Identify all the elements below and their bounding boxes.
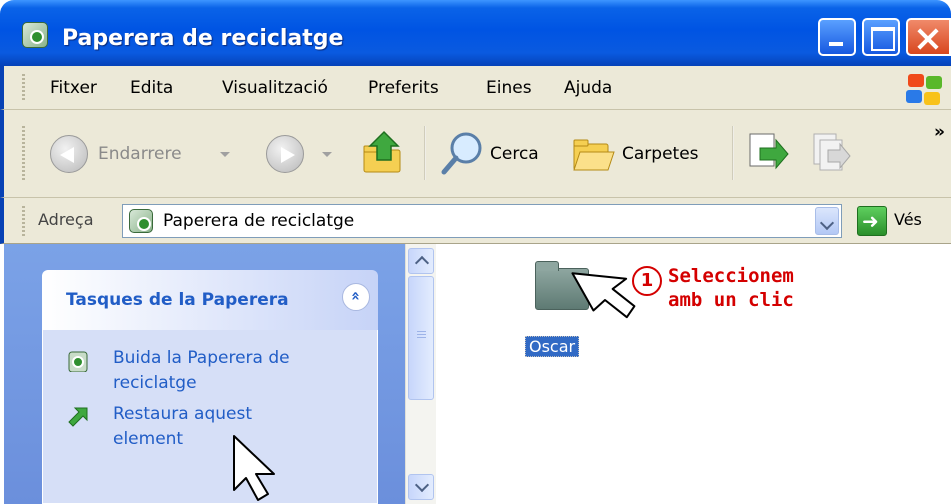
recycle-bin-tasks-panel: Tasques de la Paperera « Buida la Papere… <box>42 270 378 504</box>
address-bar: Adreça Paperera de reciclatge Vés <box>0 198 951 244</box>
forward-arrow-icon <box>266 135 304 173</box>
task-link-restore[interactable]: Restaura aquest element <box>65 402 365 456</box>
search-icon <box>441 132 482 175</box>
address-value: Paperera de reciclatge <box>163 211 355 231</box>
folders-button[interactable]: Carpetes <box>570 130 720 178</box>
recycle-bin-icon <box>129 209 153 233</box>
scroll-up-button[interactable] <box>408 248 434 274</box>
scroll-thumb[interactable] <box>408 276 434 400</box>
task-panel-body: Buida la Paperera de reciclatge Restaura… <box>42 330 378 504</box>
search-label: Cerca <box>490 144 539 164</box>
close-button[interactable] <box>906 18 951 56</box>
menu-ajuda[interactable]: Ajuda <box>564 78 612 98</box>
toolbar-grip[interactable] <box>22 126 25 182</box>
annotation-text: Seleccionem amb un clic <box>668 264 794 312</box>
empty-recycle-bin-icon <box>68 351 88 372</box>
toolbar-separator <box>424 126 426 180</box>
up-folder-icon <box>363 130 401 173</box>
file-list-area[interactable]: Oscar 1 Seleccionem amb un clic <box>437 244 951 504</box>
collapse-chevron-icon[interactable]: « <box>342 283 370 311</box>
maximize-button[interactable] <box>862 18 900 56</box>
menu-grip[interactable] <box>22 74 25 102</box>
menu-edita[interactable]: Edita <box>130 78 173 98</box>
menu-preferits[interactable]: Preferits <box>368 78 439 98</box>
back-arrow-icon <box>50 135 88 173</box>
task-panel-header[interactable]: Tasques de la Paperera « <box>42 270 378 330</box>
task-link-empty-bin[interactable]: Buida la Paperera de reciclatge <box>65 346 365 400</box>
task-pane-scrollbar[interactable] <box>405 244 436 504</box>
forward-button[interactable] <box>260 132 350 176</box>
back-label: Endarrere <box>98 144 182 164</box>
annotation-line-1: Seleccionem <box>668 265 794 287</box>
scroll-down-button[interactable] <box>408 474 434 500</box>
folder-name: Oscar <box>525 336 580 357</box>
back-dropdown-icon <box>220 152 230 157</box>
windows-logo-icon <box>904 72 948 106</box>
up-folder-button[interactable] <box>360 130 410 178</box>
menu-visualitzacio[interactable]: Visualització <box>222 78 328 98</box>
standard-toolbar: Endarrere Cerca Carpetes » <box>0 110 951 198</box>
address-grip[interactable] <box>22 206 25 236</box>
address-dropdown-button[interactable] <box>815 207 839 235</box>
annotation-line-2: amb un clic <box>668 289 794 311</box>
menu-eines[interactable]: Eines <box>486 78 532 98</box>
move-to-button[interactable] <box>746 130 792 178</box>
mouse-pointer-icon <box>233 435 275 501</box>
recycle-bin-icon <box>22 22 48 48</box>
menu-bar: Fitxer Edita Visualització Preferits Ein… <box>0 66 951 110</box>
folders-icon <box>573 139 615 171</box>
window-title: Paperera de reciclatge <box>62 26 344 51</box>
minimize-button[interactable] <box>818 18 856 56</box>
task-panel-title: Tasques de la Paperera <box>66 290 289 310</box>
folders-label: Carpetes <box>622 144 699 164</box>
forward-dropdown-icon <box>322 152 332 157</box>
search-button[interactable]: Cerca <box>440 130 560 178</box>
copy-to-button[interactable] <box>804 130 854 178</box>
menu-fitxer[interactable]: Fitxer <box>50 78 97 98</box>
step-number: 1 <box>632 266 662 296</box>
toolbar-overflow-button[interactable]: » <box>934 122 945 142</box>
back-button[interactable]: Endarrere <box>42 132 242 176</box>
copy-to-icon <box>813 133 851 171</box>
move-to-icon <box>749 133 789 170</box>
empty-bin-link[interactable]: Buida la Paperera de reciclatge <box>113 346 353 396</box>
title-bar[interactable]: Paperera de reciclatge <box>0 0 951 66</box>
restore-icon <box>68 407 88 427</box>
toolbar-separator <box>732 126 734 180</box>
go-button[interactable] <box>857 206 887 236</box>
go-label[interactable]: Vés <box>894 210 922 229</box>
address-input[interactable]: Paperera de reciclatge <box>122 204 842 238</box>
address-label: Adreça <box>38 210 94 229</box>
